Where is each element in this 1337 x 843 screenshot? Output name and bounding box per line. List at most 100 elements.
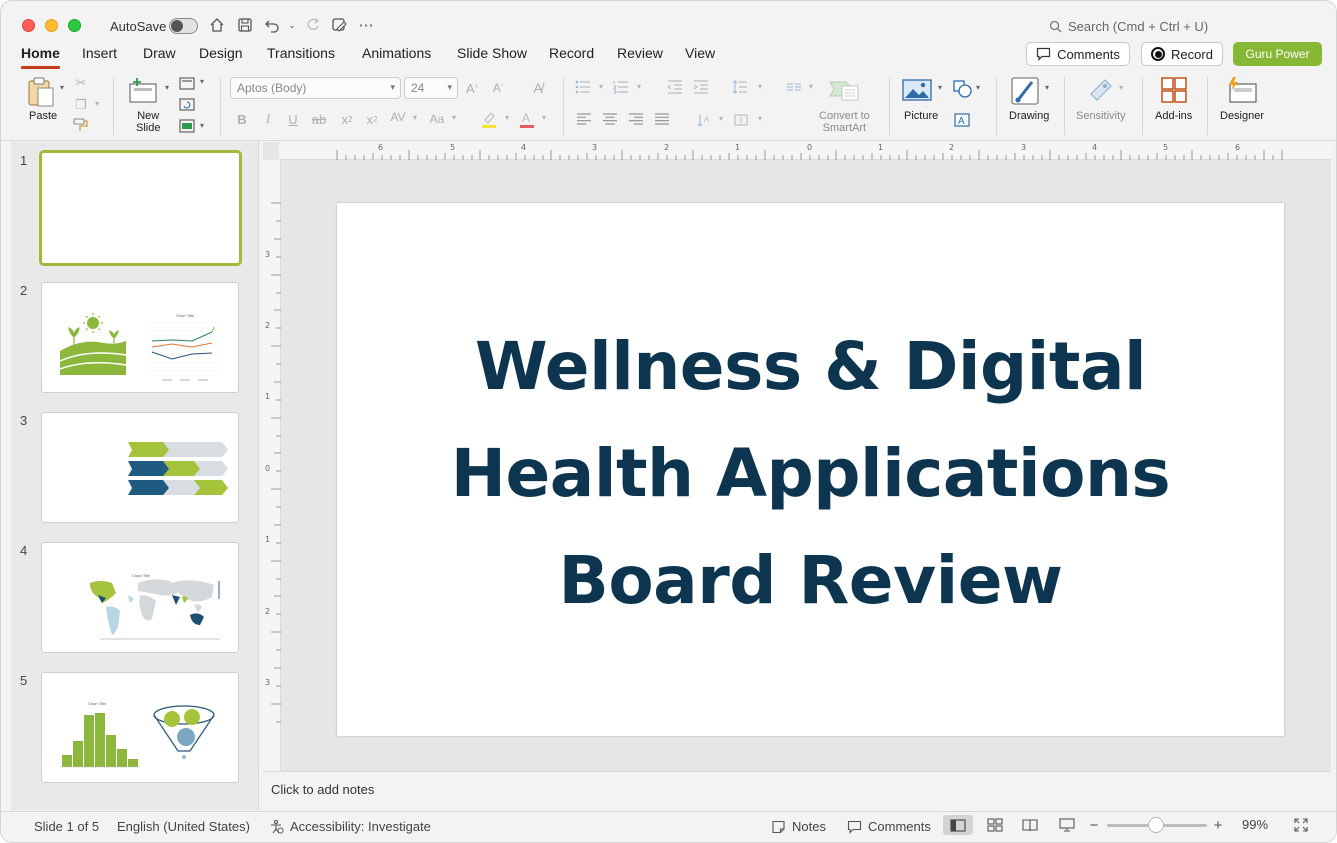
- zoom-window-button[interactable]: [68, 19, 81, 32]
- notes-button[interactable]: Notes: [771, 819, 826, 834]
- slide-thumbnail-3[interactable]: [41, 412, 239, 523]
- slide-thumbnail-1[interactable]: [39, 150, 242, 266]
- bullets-icon[interactable]: [574, 79, 592, 95]
- shapes-dropdown-icon[interactable]: ▾: [974, 83, 982, 92]
- slide-show-button[interactable]: [1052, 815, 1082, 835]
- slide-sorter-button[interactable]: [980, 815, 1010, 835]
- character-spacing-icon[interactable]: AV: [388, 109, 408, 125]
- smartart-icon[interactable]: [827, 75, 861, 103]
- bullets-dropdown-icon[interactable]: ▾: [597, 82, 605, 91]
- line-spacing-dropdown-icon[interactable]: ▾: [756, 82, 764, 91]
- font-color-dropdown-icon[interactable]: ▾: [540, 113, 548, 122]
- drawing-dropdown-icon[interactable]: ▾: [1043, 83, 1051, 92]
- fit-to-window-button[interactable]: [1286, 815, 1316, 835]
- shapes-icon[interactable]: [952, 79, 974, 99]
- tab-home[interactable]: Home: [21, 45, 60, 69]
- close-window-button[interactable]: [22, 19, 35, 32]
- highlight-icon[interactable]: [480, 109, 498, 129]
- sensitivity-dropdown-icon[interactable]: ▾: [1117, 83, 1125, 92]
- increase-font-size-icon[interactable]: A ^: [463, 79, 481, 97]
- undo-dropdown-icon[interactable]: ⌄: [282, 15, 302, 35]
- bold-icon[interactable]: B: [235, 111, 249, 127]
- align-center-icon[interactable]: [601, 111, 619, 127]
- subscript-icon[interactable]: x2: [364, 111, 380, 127]
- more-options-icon[interactable]: ⋯: [356, 15, 376, 35]
- tab-review[interactable]: Review: [617, 45, 663, 61]
- new-slide-dropdown-icon[interactable]: ▾: [162, 83, 172, 92]
- undo-icon[interactable]: [262, 15, 282, 35]
- save-icon[interactable]: [235, 15, 255, 35]
- tab-transitions[interactable]: Transitions: [267, 45, 335, 61]
- numbering-icon[interactable]: [612, 79, 630, 95]
- paste-dropdown-icon[interactable]: ▾: [57, 83, 67, 92]
- increase-indent-icon[interactable]: [692, 79, 710, 95]
- zoom-slider-knob[interactable]: [1148, 817, 1164, 833]
- zoom-in-button[interactable]: +: [1206, 815, 1230, 835]
- picture-dropdown-icon[interactable]: ▾: [936, 83, 944, 92]
- picture-icon[interactable]: [901, 77, 933, 103]
- format-painter-icon[interactable]: [73, 117, 89, 133]
- reading-view-button[interactable]: [1015, 815, 1045, 835]
- layout-dropdown-icon[interactable]: ▾: [198, 77, 206, 86]
- slide-thumbnail-5[interactable]: Chart Title: [41, 672, 239, 783]
- tab-record[interactable]: Record: [549, 45, 594, 61]
- text-direction-icon[interactable]: A: [695, 111, 713, 129]
- tab-animations[interactable]: Animations: [362, 45, 431, 61]
- guru-power-button[interactable]: Guru Power: [1233, 42, 1322, 66]
- customize-icon[interactable]: [329, 15, 349, 35]
- numbering-dropdown-icon[interactable]: ▾: [635, 82, 643, 91]
- drawing-icon[interactable]: [1009, 75, 1041, 107]
- tab-design[interactable]: Design: [199, 45, 243, 61]
- normal-view-button[interactable]: [943, 815, 973, 835]
- tab-draw[interactable]: Draw: [143, 45, 176, 61]
- text-direction-dropdown-icon[interactable]: ▾: [717, 114, 725, 123]
- add-ins-icon[interactable]: [1159, 75, 1189, 105]
- copy-icon[interactable]: ❐: [73, 97, 89, 113]
- notes-pane[interactable]: Click to add notes: [263, 771, 1331, 811]
- highlight-dropdown-icon[interactable]: ▾: [503, 113, 511, 122]
- search-field[interactable]: Search (Cmd + Ctrl + U): [1049, 19, 1208, 34]
- current-slide[interactable]: Wellness & Digital Health Applications B…: [337, 203, 1284, 736]
- font-size-box[interactable]: 24 ▾: [404, 77, 458, 99]
- align-text-icon[interactable]: [732, 111, 750, 129]
- home-icon[interactable]: [207, 15, 227, 35]
- decrease-font-size-icon[interactable]: Aˇ: [489, 79, 507, 97]
- line-spacing-icon[interactable]: [731, 79, 749, 95]
- autosave-toggle[interactable]: [169, 18, 198, 34]
- tab-view[interactable]: View: [685, 45, 715, 61]
- zoom-out-button[interactable]: −: [1082, 815, 1106, 835]
- character-spacing-dropdown-icon[interactable]: ▾: [411, 113, 419, 122]
- record-button[interactable]: Record: [1141, 42, 1223, 66]
- decrease-indent-icon[interactable]: [666, 79, 684, 95]
- sensitivity-icon[interactable]: [1086, 75, 1116, 105]
- section-dropdown-icon[interactable]: ▾: [198, 121, 206, 130]
- copy-dropdown-icon[interactable]: ▾: [93, 99, 101, 108]
- section-icon[interactable]: [178, 118, 196, 134]
- text-box-icon[interactable]: A: [952, 111, 972, 129]
- align-text-dropdown-icon[interactable]: ▾: [756, 114, 764, 123]
- columns-icon[interactable]: [785, 79, 803, 95]
- tab-insert[interactable]: Insert: [82, 45, 117, 61]
- justify-icon[interactable]: [653, 111, 671, 127]
- slide-thumbnail-2[interactable]: Chart Title: [41, 282, 239, 393]
- accessibility-button[interactable]: Accessibility: Investigate: [269, 819, 431, 834]
- redo-icon[interactable]: [303, 15, 323, 35]
- reset-slide-icon[interactable]: [178, 96, 196, 112]
- new-slide-icon[interactable]: [127, 75, 159, 105]
- superscript-icon[interactable]: x2: [339, 111, 355, 127]
- cut-icon[interactable]: ✂: [74, 75, 88, 91]
- layout-icon[interactable]: [178, 75, 196, 91]
- clear-formatting-icon[interactable]: A̸: [528, 79, 548, 97]
- change-case-dropdown-icon[interactable]: ▾: [450, 113, 458, 122]
- tab-slide-show[interactable]: Slide Show: [457, 45, 527, 61]
- align-right-icon[interactable]: [627, 111, 645, 127]
- change-case-icon[interactable]: Aa: [427, 111, 447, 127]
- designer-icon[interactable]: [1225, 75, 1259, 105]
- language-indicator[interactable]: English (United States): [117, 819, 250, 834]
- columns-dropdown-icon[interactable]: ▾: [807, 82, 815, 91]
- paste-icon[interactable]: [25, 75, 57, 109]
- minimize-window-button[interactable]: [45, 19, 58, 32]
- slide-thumbnail-4[interactable]: Chart Title: [41, 542, 239, 653]
- slide-title[interactable]: Wellness & Digital Health Applications B…: [337, 313, 1284, 634]
- status-comments-button[interactable]: Comments: [847, 819, 931, 834]
